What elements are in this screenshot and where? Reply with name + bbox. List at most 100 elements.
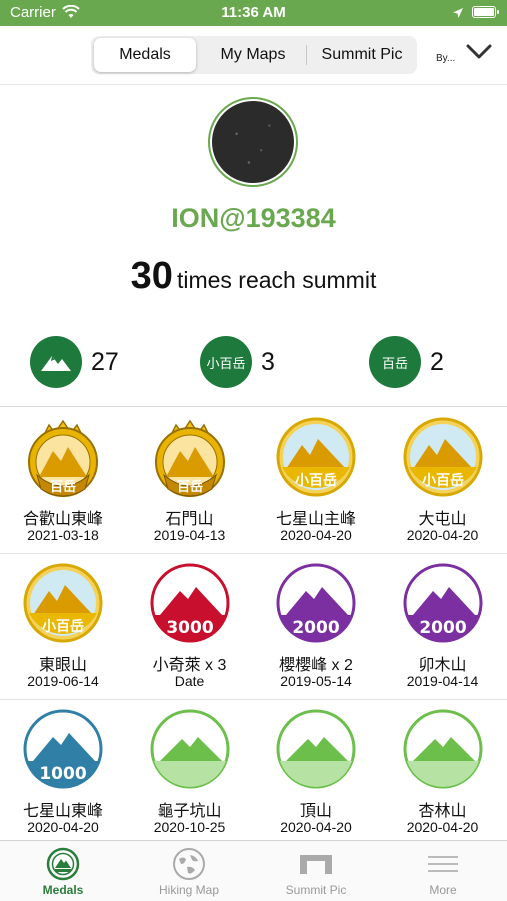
medal-date: 2019-04-14	[406, 673, 479, 689]
medal-item[interactable]: 百岳合歡山東峰 2021-03-18	[0, 407, 126, 543]
tab-label: Medals	[42, 883, 84, 897]
medal-badge-text: 3000	[166, 618, 213, 638]
row-divider	[0, 699, 507, 700]
medal-badge-text: 小百岳	[42, 618, 84, 635]
medal-item[interactable]: 頂山 2020-04-20	[253, 699, 379, 835]
tab-bar: Medals Hiking Map Summit Pic More	[0, 840, 507, 901]
medal-grid: 百岳 合歡山東峰 2021-03-18 百岳 石門山 2019-04-13 小百岳 七星山主峰…	[0, 407, 507, 840]
segment-my-maps[interactable]: My Maps	[199, 38, 307, 72]
badge-count-value: 2	[430, 347, 444, 376]
segmented-control: Medals My Maps Summit Pic	[91, 36, 417, 74]
medal-name: 七星山東峰	[22, 803, 103, 820]
medal-date: 2020-04-20	[280, 527, 352, 543]
summit-frame-icon	[299, 847, 333, 881]
tab-label: Summit Pic	[285, 883, 347, 897]
medal-name: 東眼山	[38, 657, 87, 674]
summit-count: 30	[130, 255, 173, 297]
medal-name: 石門山	[165, 511, 214, 528]
medal-icon	[46, 847, 80, 881]
medal-item[interactable]: 2000 櫻櫻峰 x 2 2019-05-14	[253, 553, 379, 689]
medal-date: 2020-04-20	[27, 819, 99, 835]
medal-name: 七星山主峰	[275, 511, 356, 528]
badge-count-baiyue[interactable]: 百岳 2	[369, 335, 444, 389]
medal-date: 2019-05-14	[280, 673, 352, 689]
green-medal-icon	[148, 707, 232, 791]
medal-badge-text: 百岳	[176, 480, 202, 495]
status-bar: Carrier 11:36 AM	[0, 0, 507, 26]
battery-icon	[472, 6, 499, 18]
summit-summary: 30 times reach summit	[0, 255, 507, 298]
medal-name: 卯木山	[418, 657, 467, 674]
purple-medal-icon: 2000	[401, 561, 485, 645]
medal-date: 2019-06-14	[27, 673, 99, 689]
medal-date: 2020-04-20	[406, 819, 479, 835]
clock: 11:36 AM	[221, 4, 286, 21]
medal-item[interactable]: 百岳石門山 2019-04-13	[127, 407, 253, 543]
medal-badge-text: 百岳	[50, 480, 76, 495]
xiao-baiyue-badge-icon: 小百岳	[200, 336, 252, 388]
tab-hiking-map[interactable]: Hiking Map	[126, 841, 252, 901]
medal-badge-text: 1000	[39, 764, 86, 784]
summit-text: times reach summit	[176, 267, 377, 293]
gold-medal-icon: 小百岳	[274, 415, 358, 499]
medal-name: 頂山	[299, 803, 332, 820]
medal-name: 合歡山東峰	[22, 511, 103, 528]
segment-medals[interactable]: Medals	[94, 38, 196, 72]
gold-medal-icon: 小百岳	[401, 415, 485, 499]
tab-label: Hiking Map	[158, 883, 220, 897]
medal-item[interactable]: 小百岳七星山主峰 2020-04-20	[253, 407, 379, 543]
medal-name: 小奇萊 x 3	[152, 657, 227, 674]
medal-date: 2020-10-25	[153, 819, 226, 835]
username: ION@193384	[171, 203, 336, 233]
medal-item[interactable]: 3000 小奇萊 x 3 Date	[127, 553, 253, 689]
top-nav: Medals My Maps Summit Pic By...	[0, 26, 507, 85]
medal-item[interactable]: 龜子坑山 2020-10-25	[127, 699, 253, 835]
location-arrow-icon	[452, 6, 464, 23]
medal-name: 龜子坑山	[157, 803, 222, 820]
badge-count-xiao-baiyue[interactable]: 小百岳 3	[200, 335, 275, 389]
chevron-down-icon[interactable]	[466, 43, 492, 66]
medal-date: Date	[174, 673, 205, 689]
mountain-icon	[30, 336, 82, 388]
medal-badge-text: 2000	[419, 618, 466, 638]
green-medal-icon	[401, 707, 485, 791]
tab-label: More	[429, 883, 457, 897]
green-medal-icon	[274, 707, 358, 791]
blue-medal-icon: 1000	[21, 707, 105, 791]
red-medal-icon: 3000	[148, 561, 232, 645]
baiyue-badge-icon: 百岳	[369, 336, 421, 388]
medal-name: 櫻櫻峰 x 2	[279, 657, 353, 674]
segment-summit-pic[interactable]: Summit Pic	[308, 38, 416, 72]
globe-icon	[172, 847, 206, 881]
medal-badge-text: 小百岳	[422, 472, 464, 489]
medal-date: 2021-03-18	[27, 527, 99, 543]
crown-medal-icon: 百岳	[148, 415, 232, 499]
badge-count-value: 27	[91, 347, 119, 376]
gold-medal-icon: 小百岳	[21, 561, 105, 645]
medal-item[interactable]: 2000 卯木山 2019-04-14	[380, 553, 506, 689]
medal-item[interactable]: 杏林山 2020-04-20	[380, 699, 506, 835]
avatar[interactable]	[208, 97, 298, 187]
profile-section: ION@193384 30 times reach summit 27 小百岳 3…	[0, 85, 507, 405]
badge-count-value: 3	[261, 347, 275, 376]
tab-summit-pic[interactable]: Summit Pic	[253, 841, 379, 901]
medal-badge-text: 2000	[292, 618, 339, 638]
crown-medal-icon: 百岳	[21, 415, 105, 499]
medal-item[interactable]: 小百岳東眼山 2019-06-14	[0, 553, 126, 689]
badge-count-mountains[interactable]: 27	[30, 335, 119, 389]
medal-item[interactable]: 1000 七星山東峰 2020-04-20	[0, 699, 126, 835]
medal-item[interactable]: 小百岳大屯山 2020-04-20	[380, 407, 506, 543]
tab-more[interactable]: More	[380, 841, 506, 901]
medal-date: 2020-04-20	[406, 527, 479, 543]
medal-badge-text: 小百岳	[295, 472, 337, 489]
medal-date: 2020-04-20	[280, 819, 352, 835]
medal-name: 杏林山	[418, 803, 467, 820]
sort-label[interactable]: By...	[436, 53, 455, 64]
row-divider	[0, 553, 507, 554]
avatar-image	[212, 101, 294, 183]
purple-medal-icon: 2000	[274, 561, 358, 645]
medal-name: 大屯山	[418, 511, 467, 528]
menu-lines-icon	[426, 847, 460, 881]
tab-medals[interactable]: Medals	[0, 841, 126, 901]
medal-date: 2019-04-13	[153, 527, 226, 543]
